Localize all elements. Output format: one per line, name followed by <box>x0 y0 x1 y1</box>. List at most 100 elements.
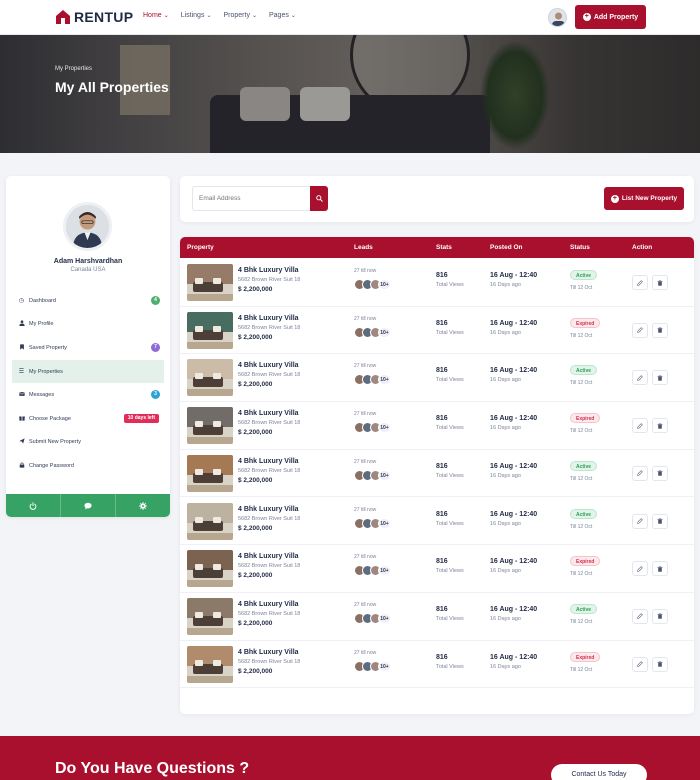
delete-button[interactable] <box>652 608 668 624</box>
property-thumbnail[interactable] <box>187 550 233 588</box>
expiry-date: Till 12 Oct <box>570 332 593 339</box>
delete-button[interactable] <box>652 513 668 529</box>
search-button[interactable] <box>310 186 328 211</box>
property-thumbnail[interactable] <box>187 407 233 445</box>
list-new-property-button[interactable]: + List New Property <box>604 187 684 210</box>
sidebar-item-choose-package[interactable]: Choose Package 10 days left <box>6 407 170 431</box>
property-price: $ 2,200,000 <box>238 572 273 580</box>
sidebar-item-submit-property[interactable]: Submit New Property <box>6 431 170 455</box>
delete-button[interactable] <box>652 656 668 672</box>
edit-button[interactable] <box>632 275 648 290</box>
property-price: $ 2,200,000 <box>238 333 273 341</box>
property-thumbnail[interactable] <box>187 645 233 683</box>
property-address: 5682 Brown River Suit 18 <box>238 563 301 570</box>
delete-button[interactable] <box>652 418 668 434</box>
property-thumbnail[interactable] <box>187 311 233 349</box>
posted-ago: 16 Days ago <box>490 615 521 622</box>
property-thumbnail[interactable] <box>187 264 233 301</box>
delete-button[interactable] <box>652 465 668 481</box>
edit-button[interactable] <box>632 465 648 481</box>
property-title[interactable]: 4 Bhk Luxury Villa <box>238 362 299 369</box>
status-badge: Expired <box>570 651 601 662</box>
add-property-button[interactable]: + Add Property <box>575 5 646 29</box>
property-title[interactable]: 4 Bhk Luxury Villa <box>238 410 299 417</box>
sidebar-item-saved-property[interactable]: Saved Property 7 <box>6 336 170 360</box>
leads-more-count[interactable]: 10+ <box>378 565 391 577</box>
edit-button[interactable] <box>632 513 648 529</box>
property-thumbnail[interactable] <box>187 359 233 397</box>
property-address: 5682 Brown River Suit 18 <box>238 610 301 617</box>
property-title[interactable]: 4 Bhk Luxury Villa <box>238 315 299 322</box>
logout-button[interactable] <box>6 494 61 517</box>
list-new-property-label: List New Property <box>621 195 678 202</box>
column-header: Action <box>632 244 653 251</box>
table-row: 4 Bhk Luxury Villa 5682 Brown River Suit … <box>180 593 694 641</box>
sidebar-item-dashboard[interactable]: ◷ Dashboard 4 <box>6 289 170 313</box>
nav-label: Home <box>143 12 162 19</box>
avatar-image <box>552 12 565 26</box>
send-icon <box>18 438 25 446</box>
edit-button[interactable] <box>632 370 648 386</box>
trash-icon <box>657 565 663 572</box>
property-title[interactable]: 4 Bhk Luxury Villa <box>238 458 299 465</box>
sidebar-item-my-properties[interactable]: ☰ My Properties <box>12 359 164 384</box>
settings-button[interactable] <box>116 494 170 517</box>
sidebar-item-change-password[interactable]: Change Password <box>6 454 170 478</box>
edit-button[interactable] <box>632 322 648 338</box>
property-thumbnail[interactable] <box>187 597 233 635</box>
nav-label: Listings <box>180 12 205 19</box>
user-avatar[interactable] <box>548 8 567 27</box>
logo[interactable]: RENTUP <box>55 9 133 25</box>
nav-item-home[interactable]: Home ⌄ <box>143 12 169 19</box>
leads-more-count[interactable]: 10+ <box>378 279 391 290</box>
edit-icon <box>637 661 643 667</box>
nav-item-listings[interactable]: Listings ⌄ <box>181 12 212 19</box>
contact-us-button[interactable]: Contact Us Today <box>551 764 647 780</box>
edit-button[interactable] <box>632 418 648 434</box>
breadcrumb[interactable]: My Properties <box>55 66 92 72</box>
views-count: 816 <box>436 367 448 375</box>
delete-button[interactable] <box>652 370 668 386</box>
property-title[interactable]: 4 Bhk Luxury Villa <box>238 267 299 274</box>
delete-button[interactable] <box>652 561 668 577</box>
leads-more-count[interactable]: 10+ <box>378 660 391 672</box>
edit-icon <box>637 327 643 333</box>
posted-date: 16 Aug - 12:40 <box>490 510 538 518</box>
property-title[interactable]: 4 Bhk Luxury Villa <box>238 506 299 513</box>
package-days-badge: 10 days left <box>123 413 159 423</box>
property-image <box>187 597 233 635</box>
property-thumbnail[interactable] <box>187 502 233 540</box>
views-count: 816 <box>436 653 448 661</box>
posted-ago: 16 Days ago <box>490 425 521 432</box>
table-row: 4 Bhk Luxury Villa 5682 Brown River Suit … <box>180 498 694 546</box>
leads-more-count[interactable]: 10+ <box>378 374 391 386</box>
table-row: 4 Bhk Luxury Villa 5682 Brown River Suit … <box>180 354 694 403</box>
gift-icon <box>18 415 25 423</box>
leads-more-count[interactable]: 10+ <box>378 469 391 481</box>
leads-more-count[interactable]: 10+ <box>378 612 391 624</box>
posted-ago: 16 Days ago <box>490 568 521 575</box>
property-thumbnail[interactable] <box>187 454 233 492</box>
nav-item-pages[interactable]: Pages ⌄ <box>269 12 296 19</box>
leads-more-count[interactable]: 10+ <box>378 517 391 529</box>
delete-button[interactable] <box>652 322 668 338</box>
leads-more-count[interactable]: 10+ <box>378 326 391 338</box>
sidebar-item-my-profile[interactable]: My Profile <box>6 313 170 337</box>
delete-button[interactable] <box>652 275 668 290</box>
sidebar-item-messages[interactable]: Messages 3 <box>6 383 170 407</box>
edit-button[interactable] <box>632 561 648 577</box>
chat-button[interactable] <box>61 494 116 517</box>
edit-button[interactable] <box>632 656 648 672</box>
property-title[interactable]: 4 Bhk Luxury Villa <box>238 601 299 608</box>
property-title[interactable]: 4 Bhk Luxury Villa <box>238 553 299 560</box>
email-search-input[interactable] <box>192 186 311 211</box>
property-title[interactable]: 4 Bhk Luxury Villa <box>238 649 299 656</box>
edit-button[interactable] <box>632 608 648 624</box>
leads-more-count[interactable]: 10+ <box>378 422 391 434</box>
nav-item-property[interactable]: Property ⌄ <box>223 12 257 19</box>
property-image <box>187 645 233 683</box>
views-count: 816 <box>436 510 448 518</box>
top-header: RENTUP Home ⌄ Listings ⌄ Property ⌄ Pages ⌄ … <box>0 0 700 35</box>
leads-count: 27 till now <box>354 506 377 513</box>
leads-avatars: 10+ <box>354 612 391 624</box>
